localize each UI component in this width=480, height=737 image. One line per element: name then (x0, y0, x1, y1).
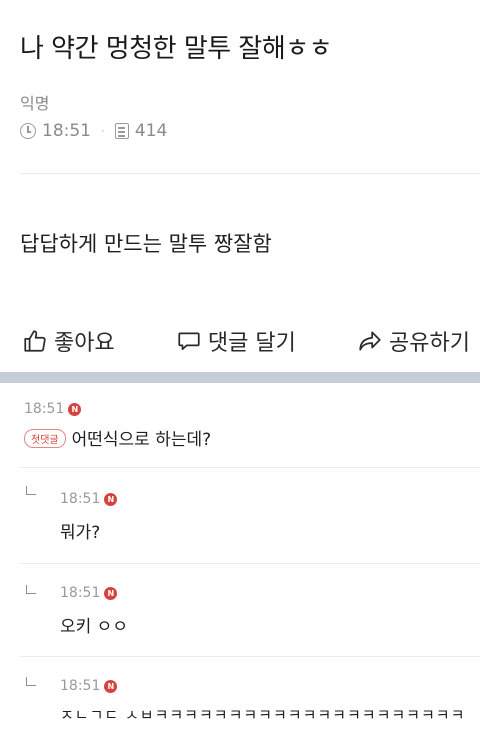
first-comment-tag: 첫댓글 (24, 429, 66, 448)
comment-text: 어떤식으로 하는데? (71, 430, 212, 450)
reply-item: 18:51 N 오키 ㅇㅇ (0, 585, 480, 637)
like-label: 좋아요 (54, 331, 115, 356)
divider (20, 656, 480, 657)
new-badge: N (68, 402, 82, 416)
reply-item: 18:51 N 뭐가? (0, 491, 480, 543)
action-bar: 좋아요 댓글 달기 공유하기 (22, 325, 470, 357)
comment-text: ㅈㄴㄱㄷ ㅅㅂㅋㅋㅋㅋㅋㅋㅋㅋㅋㅋㅋㅋㅋㅋㅋㅋㅋㅋㅋㅋㅋ (60, 706, 466, 724)
post-body: 답답하게 만드는 말투 짱잘함 (20, 232, 272, 256)
section-divider (0, 372, 480, 383)
speech-bubble-icon (178, 332, 200, 350)
post-meta: 18:51 · 414 (20, 121, 167, 141)
share-label: 공유하기 (389, 331, 470, 356)
new-badge: N (104, 679, 118, 693)
comment-button[interactable]: 댓글 달기 (176, 325, 296, 357)
view-count: 414 (134, 121, 168, 141)
comment-time-row: 18:51 N (60, 678, 480, 694)
comment-item: 18:51 N 첫댓글 어떤식으로 하는데? (0, 401, 480, 450)
post-title: 나 약간 멍청한 말투 잘해ㅎㅎ (20, 34, 333, 64)
comment-time-row: 18:51 N (24, 401, 480, 417)
comment-time: 18:51 (60, 491, 101, 507)
views-icon (114, 123, 129, 139)
comment-label: 댓글 달기 (207, 331, 296, 356)
divider (20, 173, 480, 174)
divider (20, 467, 480, 468)
meta-separator: · (101, 124, 105, 138)
divider (20, 563, 480, 564)
thumbs-up-icon (24, 330, 46, 352)
author-name: 익명 (20, 94, 50, 113)
clock-icon (20, 123, 36, 139)
comment-time-row: 18:51 N (60, 585, 480, 601)
comment-text: 오키 ㅇㅇ (60, 617, 128, 637)
comment-text: 뭐가? (60, 523, 101, 543)
share-button[interactable]: 공유하기 (357, 325, 470, 357)
comment-time-row: 18:51 N (60, 491, 480, 507)
reply-item: 18:51 N ㅈㄴㄱㄷ ㅅㅂㅋㅋㅋㅋㅋㅋㅋㅋㅋㅋㅋㅋㅋㅋㅋㅋㅋㅋㅋㅋㅋ (0, 678, 480, 725)
comment-time: 18:51 (60, 678, 101, 694)
post-time: 18:51 (42, 121, 91, 141)
comment-time: 18:51 (24, 401, 65, 417)
share-arrow-icon (359, 331, 381, 351)
like-button[interactable]: 좋아요 (22, 325, 115, 357)
new-badge: N (104, 586, 118, 600)
new-badge: N (104, 492, 118, 506)
comment-text-row: 첫댓글 어떤식으로 하는데? (24, 425, 480, 450)
comment-time: 18:51 (60, 585, 101, 601)
